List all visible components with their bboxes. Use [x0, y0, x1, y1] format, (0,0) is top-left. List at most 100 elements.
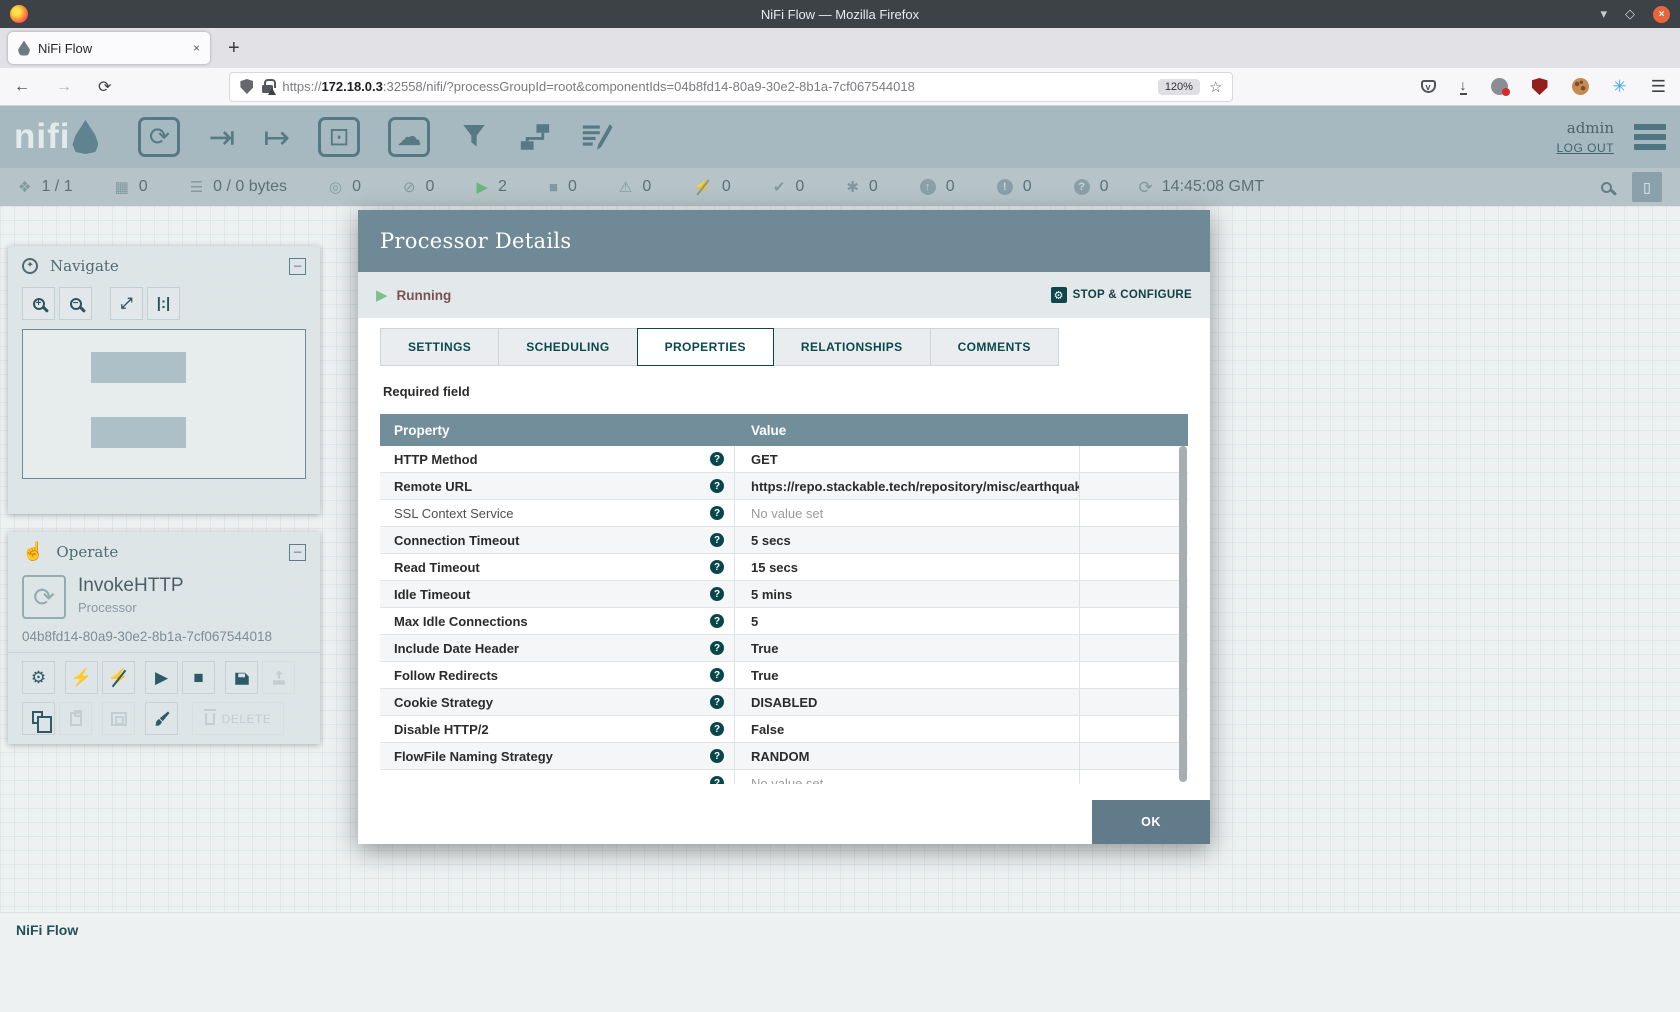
cookie-extension-icon[interactable]: [1572, 78, 1589, 95]
pocket-icon[interactable]: v: [1421, 80, 1436, 93]
property-row[interactable]: SSL Context Service?No value set: [380, 500, 1188, 527]
start-button[interactable]: ▶: [145, 661, 178, 694]
stop-button[interactable]: ■: [182, 661, 215, 694]
help-icon[interactable]: ?: [710, 749, 724, 763]
tracking-shield-icon[interactable]: [240, 79, 253, 94]
funnel-icon[interactable]: [458, 121, 490, 153]
status-up-to-date: ✔0: [773, 178, 804, 196]
help-icon[interactable]: ?: [710, 506, 724, 520]
url-text[interactable]: https://172.18.0.3:32558/nifi/?processGr…: [282, 79, 1148, 94]
group-button[interactable]: [102, 702, 135, 735]
page-zoom-badge[interactable]: 120%: [1158, 79, 1200, 95]
tab-settings[interactable]: SETTINGS: [380, 328, 499, 366]
help-icon[interactable]: ?: [710, 668, 724, 682]
running-icon: ▶: [476, 180, 488, 195]
window-minimize-icon[interactable]: ▾: [1600, 6, 1607, 22]
tab-close-icon[interactable]: ×: [193, 41, 200, 55]
property-row[interactable]: ?No value set: [380, 770, 1188, 784]
status-sync-failure: !0: [997, 178, 1032, 196]
property-row[interactable]: FlowFile Naming Strategy?RANDOM: [380, 743, 1188, 770]
back-button[interactable]: ←: [14, 78, 30, 96]
bookmark-star-icon[interactable]: ☆: [1209, 78, 1222, 96]
help-icon[interactable]: ?: [710, 587, 724, 601]
label-icon[interactable]: [580, 120, 614, 154]
help-icon[interactable]: ?: [710, 776, 724, 784]
delete-button[interactable]: DELETE: [192, 702, 284, 735]
window-title: NiFi Flow — Mozilla Firefox: [761, 7, 919, 22]
property-row[interactable]: Idle Timeout?5 mins: [380, 581, 1188, 608]
help-icon[interactable]: ?: [710, 722, 724, 736]
privacy-extension-icon[interactable]: [1491, 78, 1508, 95]
window-titlebar: NiFi Flow — Mozilla Firefox ▾ ◇ ×: [0, 0, 1680, 28]
create-template-button[interactable]: [225, 661, 258, 694]
window-maximize-icon[interactable]: ◇: [1625, 6, 1635, 22]
upload-template-button[interactable]: [262, 661, 295, 694]
help-icon[interactable]: ?: [710, 641, 724, 655]
breadcrumb[interactable]: NiFi Flow: [16, 922, 78, 938]
properties-table: Property Value HTTP Method?GETRemote URL…: [380, 414, 1188, 784]
global-menu-icon[interactable]: [1634, 124, 1666, 150]
url-bar[interactable]: https://172.18.0.3:32558/nifi/?processGr…: [229, 72, 1233, 102]
collapse-operate-button[interactable]: −: [289, 544, 306, 561]
output-port-icon[interactable]: ↦: [263, 121, 290, 153]
configure-button[interactable]: ⚙: [22, 661, 55, 694]
processor-icon[interactable]: ⟳: [138, 117, 180, 157]
help-icon[interactable]: ?: [710, 695, 724, 709]
zoom-in-button[interactable]: +: [22, 287, 55, 320]
help-icon[interactable]: ?: [710, 479, 724, 493]
remote-process-group-icon[interactable]: ☁: [388, 117, 430, 157]
firefox-logo-icon: [10, 5, 28, 23]
property-row[interactable]: Max Idle Connections?5: [380, 608, 1188, 635]
status-threads: ▦0: [115, 178, 148, 196]
window-close-icon[interactable]: ×: [1653, 6, 1670, 23]
property-row[interactable]: Cookie Strategy?DISABLED: [380, 689, 1188, 716]
search-icon[interactable]: [1601, 182, 1612, 193]
property-row[interactable]: Remote URL?https://repo.stackable.tech/r…: [380, 473, 1188, 500]
property-row[interactable]: Follow Redirects?True: [380, 662, 1188, 689]
zoom-fit-button[interactable]: ⤢: [110, 287, 143, 320]
property-row[interactable]: Read Timeout?15 secs: [380, 554, 1188, 581]
disable-button[interactable]: ⚡: [102, 661, 135, 694]
row-extra-cell: [1080, 689, 1188, 715]
zoom-out-button[interactable]: −: [59, 287, 92, 320]
status-history-button[interactable]: ▯: [1632, 172, 1662, 202]
zoom-actual-size-button[interactable]: |:|: [147, 287, 180, 320]
forward-button[interactable]: →: [56, 78, 72, 96]
help-icon[interactable]: ?: [710, 614, 724, 628]
property-row[interactable]: Disable HTTP/2?False: [380, 716, 1188, 743]
collapse-navigate-button[interactable]: −: [289, 258, 306, 275]
help-icon[interactable]: ?: [710, 452, 724, 466]
status-count: 1 / 1: [41, 178, 72, 196]
input-port-icon[interactable]: ⇥: [208, 121, 235, 153]
browser-tab[interactable]: NiFi Flow ×: [8, 32, 210, 64]
property-row[interactable]: Include Date Header?True: [380, 635, 1188, 662]
new-tab-button[interactable]: +: [222, 37, 246, 60]
birdseye-minimap[interactable]: [22, 329, 306, 479]
property-row[interactable]: Connection Timeout?5 secs: [380, 527, 1188, 554]
paste-button[interactable]: [59, 702, 92, 735]
process-group-icon[interactable]: ⊡: [318, 117, 360, 157]
downloads-icon[interactable]: ↓: [1460, 78, 1467, 95]
copy-button[interactable]: [22, 702, 55, 735]
refresh-icon[interactable]: ⟳: [1139, 179, 1153, 196]
logout-link[interactable]: LOG OUT: [1556, 141, 1614, 155]
status-stale: ↑0: [920, 178, 955, 196]
enable-button[interactable]: ⚡: [65, 661, 98, 694]
lock-warning-icon[interactable]: [262, 85, 273, 93]
tab-relationships[interactable]: RELATIONSHIPS: [773, 328, 931, 366]
help-icon[interactable]: ?: [710, 533, 724, 547]
tab-properties[interactable]: PROPERTIES: [637, 328, 774, 366]
table-scrollbar[interactable]: [1179, 446, 1187, 782]
extension-icon[interactable]: ✳: [1613, 78, 1627, 95]
change-color-button[interactable]: [145, 702, 178, 735]
ublock-extension-icon[interactable]: [1532, 78, 1548, 95]
reload-button[interactable]: ⟳: [98, 77, 111, 97]
browser-menu-icon[interactable]: ☰: [1651, 77, 1666, 97]
template-icon[interactable]: [518, 120, 552, 154]
stop-and-configure-button[interactable]: ⚙ STOP & CONFIGURE: [1051, 287, 1192, 303]
tab-scheduling[interactable]: SCHEDULING: [498, 328, 637, 366]
tab-comments[interactable]: COMMENTS: [930, 328, 1059, 366]
help-icon[interactable]: ?: [710, 560, 724, 574]
property-row[interactable]: HTTP Method?GET: [380, 446, 1188, 473]
ok-button[interactable]: OK: [1092, 800, 1210, 844]
